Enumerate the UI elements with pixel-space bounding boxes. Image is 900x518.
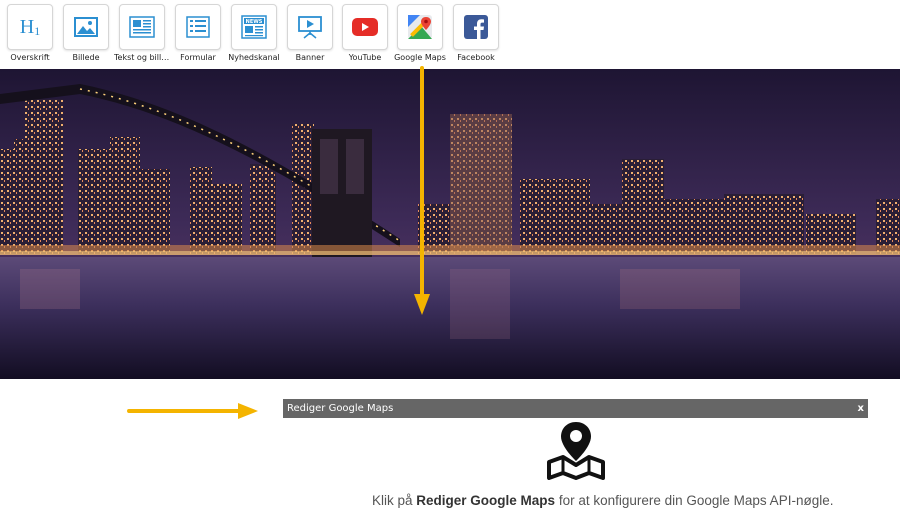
heading-icon: H1	[7, 4, 53, 50]
hint-prefix: Klik på	[372, 493, 417, 508]
edit-google-maps-title: Rediger Google Maps	[287, 403, 394, 414]
tool-label: Formular	[180, 53, 216, 62]
tool-label: Tekst og bille...	[114, 53, 170, 62]
tool-label: YouTube	[348, 53, 382, 62]
tool-image[interactable]: Billede	[58, 4, 114, 62]
hint-bold: Rediger Google Maps	[416, 493, 556, 508]
tool-banner[interactable]: Banner	[282, 4, 338, 62]
tool-label: Facebook	[457, 53, 495, 62]
close-button[interactable]: x	[858, 399, 864, 418]
tool-youtube[interactable]: YouTube	[337, 4, 393, 62]
facebook-icon	[453, 4, 499, 50]
widget-toolbar: H1 Overskrift Billede Tekst og bille... …	[0, 0, 900, 69]
tool-text-and-image[interactable]: Tekst og bille...	[114, 4, 170, 62]
tool-label: Billede	[72, 53, 100, 62]
tool-form[interactable]: Formular	[170, 4, 226, 62]
tool-label: Banner	[295, 53, 325, 62]
tool-news[interactable]: NEWS Nyhedskanal	[226, 4, 282, 62]
youtube-icon	[342, 4, 388, 50]
tool-label: Overskrift	[10, 53, 50, 62]
hint-suffix: for at konfigurere din Google Maps API-n…	[555, 493, 834, 508]
map-pin-icon	[547, 422, 605, 480]
form-icon	[175, 4, 221, 50]
arrow-right-icon	[127, 403, 258, 419]
tool-label: Nyhedskanal	[228, 53, 280, 62]
tool-label: Google Maps	[394, 53, 446, 62]
banner-image	[0, 69, 900, 379]
tool-heading[interactable]: H1 Overskrift	[2, 4, 58, 62]
banner-icon	[287, 4, 333, 50]
image-icon	[63, 4, 109, 50]
text-and-image-icon	[119, 4, 165, 50]
tool-google-maps[interactable]: Google Maps	[392, 4, 448, 62]
tool-facebook[interactable]: Facebook	[448, 4, 504, 62]
svg-text:NEWS: NEWS	[246, 19, 263, 25]
google-maps-icon	[397, 4, 443, 50]
configure-hint: Klik på Rediger Google Maps for at konfi…	[372, 493, 833, 508]
arrow-down-icon	[414, 66, 430, 315]
edit-google-maps-bar[interactable]: Rediger Google Maps x	[283, 399, 868, 418]
news-icon: NEWS	[231, 4, 277, 50]
